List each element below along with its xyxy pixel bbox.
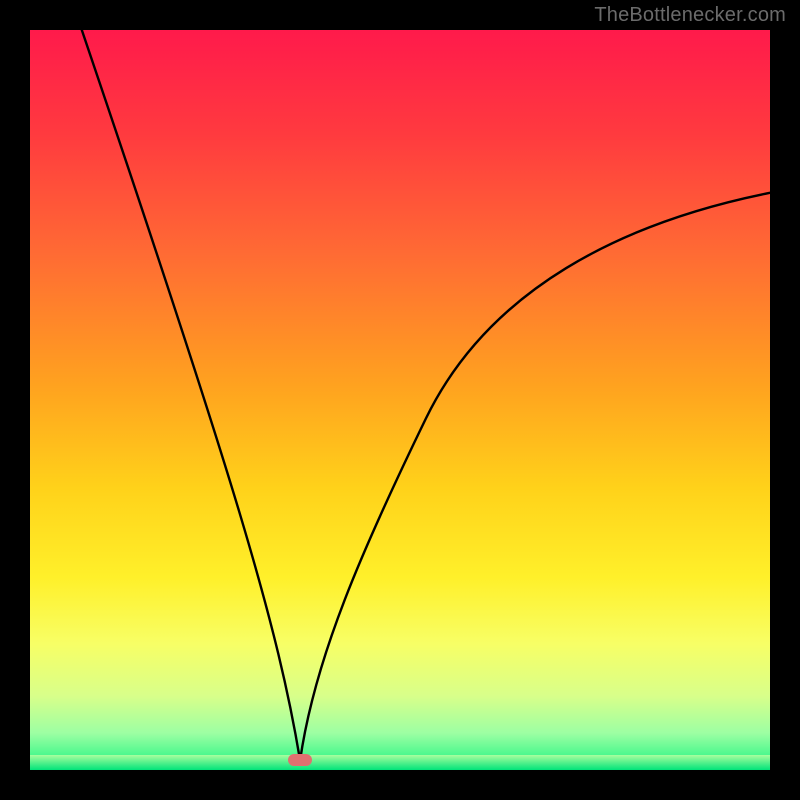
curve-path <box>82 30 770 760</box>
watermark-text: TheBottlenecker.com <box>594 4 786 27</box>
plot-area <box>30 30 770 770</box>
optimum-marker <box>288 754 312 766</box>
bottleneck-curve <box>30 30 770 770</box>
chart-stage: TheBottlenecker.com <box>0 0 800 800</box>
